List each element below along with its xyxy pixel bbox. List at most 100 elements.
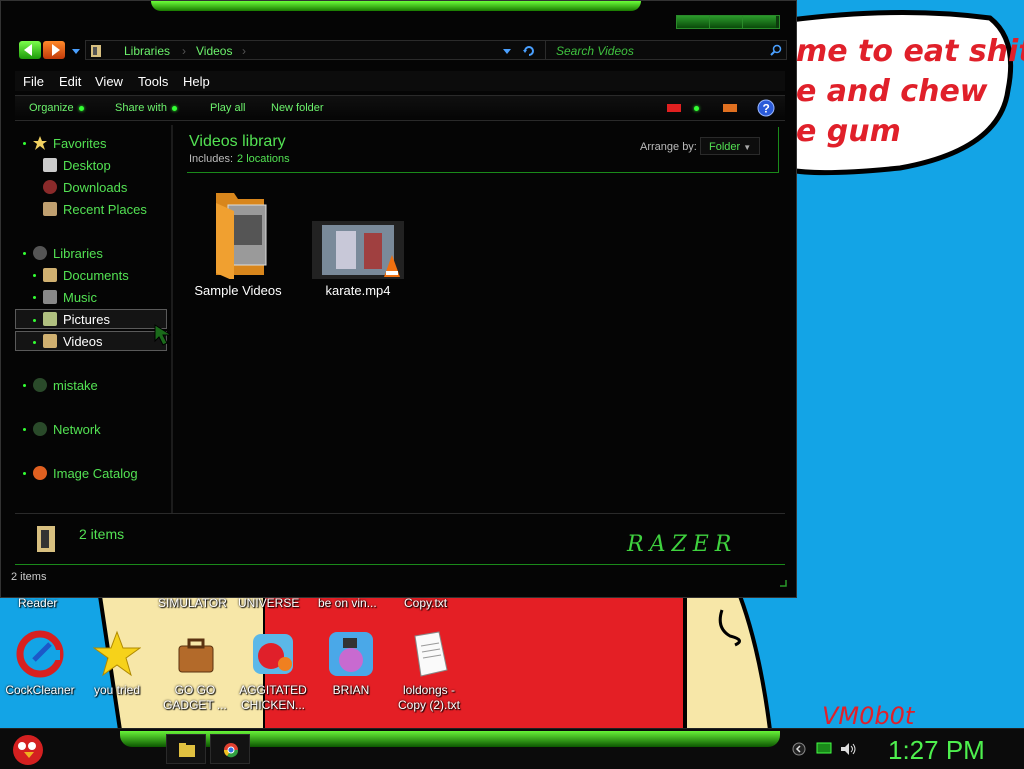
desktop-icon-chicken[interactable]: AGGITATED CHICKEN... xyxy=(233,630,313,713)
arrange-by-label: Arrange by: xyxy=(640,141,697,153)
nav-pictures-label: Pictures xyxy=(63,312,110,327)
desktop-icon-label[interactable]: UNIVERSE xyxy=(238,596,299,610)
forward-button[interactable] xyxy=(43,41,65,59)
view-dropdown-dot-icon[interactable] xyxy=(694,106,699,111)
videos-icon xyxy=(43,334,57,348)
taskbar-explorer-button[interactable] xyxy=(166,734,206,764)
recent-places-icon xyxy=(43,202,57,216)
refresh-icon[interactable] xyxy=(522,44,536,58)
nav-downloads[interactable]: Downloads xyxy=(15,177,167,197)
dropdown-dot-icon xyxy=(171,105,177,111)
volume-icon[interactable] xyxy=(840,742,858,756)
menu-tools[interactable]: Tools xyxy=(138,74,168,89)
desktop-icon-you-tried[interactable]: you tried xyxy=(77,630,157,698)
address-dropdown-icon[interactable] xyxy=(502,48,512,56)
desktop-icon-label[interactable]: be on vin... xyxy=(318,596,377,610)
maximize-button[interactable] xyxy=(710,16,743,28)
search-icon[interactable] xyxy=(770,44,782,56)
nav-mistake[interactable]: mistake xyxy=(15,375,167,395)
expand-bullet-icon[interactable] xyxy=(33,274,36,277)
desktop-icon-label: AGGITATED CHICKEN... xyxy=(239,683,307,712)
nav-desktop-label: Desktop xyxy=(63,158,111,173)
show-hidden-icons-icon[interactable] xyxy=(792,742,806,756)
music-icon xyxy=(43,290,57,304)
arrange-by-dropdown[interactable]: Folder ▼ xyxy=(700,137,760,155)
folder-icon xyxy=(179,743,195,757)
desktop-icon xyxy=(43,158,57,172)
speech-text-3: e gum xyxy=(796,114,901,149)
expand-bullet-icon[interactable] xyxy=(23,384,26,387)
menu-view[interactable]: View xyxy=(95,74,123,89)
chevron-down-icon: ▼ xyxy=(743,143,752,152)
desktop-icon-label: you tried xyxy=(93,683,141,697)
desktop-icon-label[interactable]: Copy.txt xyxy=(404,596,447,610)
video-thumbnail-icon xyxy=(312,221,404,279)
share-with-button[interactable]: Share with xyxy=(115,102,177,114)
network-tray-icon[interactable] xyxy=(816,742,832,756)
expand-bullet-icon[interactable] xyxy=(23,142,26,145)
expand-bullet-icon[interactable] xyxy=(23,428,26,431)
minimize-button[interactable] xyxy=(677,16,710,28)
chrome-icon xyxy=(223,743,239,758)
play-all-button[interactable]: Play all xyxy=(210,102,245,114)
view-options-icon[interactable] xyxy=(667,102,681,114)
menu-file[interactable]: File xyxy=(23,74,44,89)
watermark-text: VM0b0t xyxy=(822,702,915,730)
desktop-icon-brian[interactable]: BRIAN xyxy=(311,630,391,698)
desktop-icon-label: BRIAN xyxy=(332,683,370,697)
back-button[interactable] xyxy=(19,41,41,59)
file-name: Sample Videos xyxy=(194,283,282,298)
search-box[interactable] xyxy=(545,40,787,60)
nav-recent-places[interactable]: Recent Places xyxy=(15,199,167,219)
close-button[interactable] xyxy=(743,16,776,28)
taskbar-chrome-button[interactable] xyxy=(210,734,250,764)
nav-favorites[interactable]: Favorites xyxy=(15,133,167,153)
file-item-sample-videos[interactable]: Sample Videos xyxy=(183,189,293,298)
nav-videos[interactable]: Videos xyxy=(15,331,167,351)
organize-button[interactable]: Organize xyxy=(29,102,84,114)
angry-birds-rio-icon xyxy=(329,632,373,676)
nav-music[interactable]: Music xyxy=(15,287,167,307)
breadcrumb-videos[interactable]: Videos xyxy=(196,44,232,58)
menu-edit[interactable]: Edit xyxy=(59,74,81,89)
nav-image-catalog[interactable]: Image Catalog xyxy=(15,463,167,483)
desktop-icon-loldongs[interactable]: loldongs - Copy (2).txt xyxy=(389,630,469,713)
new-folder-button[interactable]: New folder xyxy=(271,102,324,114)
file-item-karate[interactable]: karate.mp4 xyxy=(303,221,413,298)
arrange-by-value: Folder xyxy=(709,141,741,153)
details-item-count: 2 items xyxy=(79,526,125,542)
videos-library-icon xyxy=(91,45,101,57)
start-button[interactable] xyxy=(8,730,48,766)
expand-bullet-icon[interactable] xyxy=(23,252,26,255)
address-bar[interactable]: Libraries › Videos › xyxy=(85,40,553,60)
desktop-icon-label: loldongs - Copy (2).txt xyxy=(397,683,460,712)
expand-bullet-icon[interactable] xyxy=(23,472,26,475)
videos-library-icon xyxy=(37,526,55,552)
desktop-icon-label[interactable]: Reader xyxy=(18,596,57,610)
nav-network[interactable]: Network xyxy=(15,419,167,439)
nav-libraries[interactable]: Libraries xyxy=(15,243,167,263)
nav-desktop[interactable]: Desktop xyxy=(15,155,167,175)
search-input[interactable] xyxy=(554,43,758,59)
expand-bullet-icon[interactable] xyxy=(33,296,36,299)
expand-bullet-icon[interactable] xyxy=(33,341,36,344)
help-icon[interactable]: ? xyxy=(757,99,775,117)
expand-bullet-icon[interactable] xyxy=(33,319,36,322)
speech-text-1: me to eat shit xyxy=(796,34,1024,69)
resize-grip-icon[interactable] xyxy=(779,579,787,587)
preview-pane-icon[interactable] xyxy=(723,102,737,114)
includes-locations-link[interactable]: 2 locations xyxy=(237,153,290,165)
recent-pages-dropdown-icon[interactable] xyxy=(71,47,81,55)
nav-pictures[interactable]: Pictures xyxy=(15,309,167,329)
nav-music-label: Music xyxy=(63,290,97,305)
breadcrumb-libraries[interactable]: Libraries xyxy=(124,44,170,58)
clock[interactable]: 1:27 PM xyxy=(888,735,985,766)
desktop-icon-gadget[interactable]: GO GO GADGET ... xyxy=(155,630,235,713)
desktop-icon-label[interactable]: SIMULATOR xyxy=(158,596,227,610)
library-includes: Includes: 2 locations xyxy=(189,153,290,165)
documents-icon xyxy=(43,268,57,282)
desktop-icon-ccleaner[interactable]: CockCleaner xyxy=(0,630,80,698)
pane-splitter[interactable] xyxy=(171,125,173,513)
nav-documents[interactable]: Documents xyxy=(15,265,167,285)
menu-help[interactable]: Help xyxy=(183,74,210,89)
